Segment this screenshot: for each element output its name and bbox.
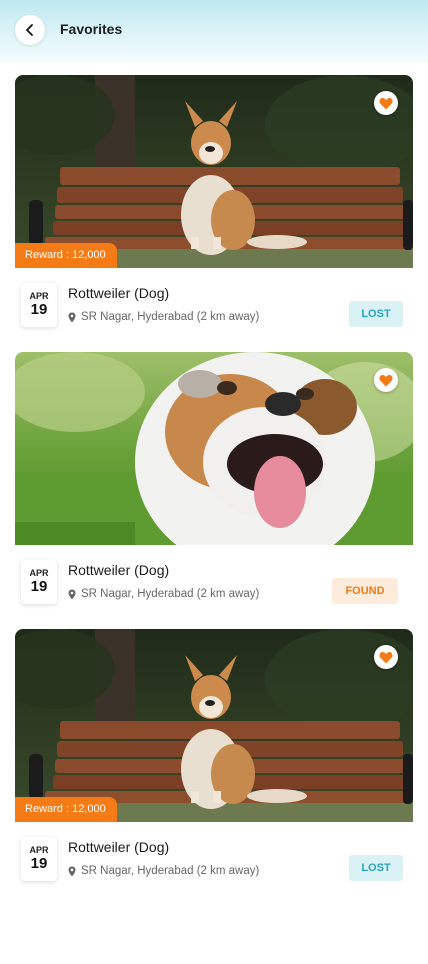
heart-icon (379, 651, 393, 663)
pet-location: SR Nagar, Hyderabad (2 km away) (68, 588, 259, 600)
date-badge: APR 19 (21, 560, 57, 604)
pet-name: Rottweiler (Dog) (68, 285, 170, 301)
pet-name: Rottweiler (Dog) (68, 839, 170, 855)
status-badge: LOST (349, 301, 403, 327)
date-badge: APR 19 (21, 837, 57, 881)
pet-location: SR Nagar, Hyderabad (2 km away) (68, 311, 259, 323)
favorite-button[interactable] (374, 368, 398, 392)
date-day: 19 (30, 578, 48, 595)
heart-icon (379, 97, 393, 109)
pet-photo: Reward : 12,000 (15, 629, 413, 822)
map-pin-icon (68, 866, 76, 876)
date-month: APR (29, 845, 49, 855)
pet-card[interactable]: APR 19 Rottweiler (Dog) SR Nagar, Hydera… (15, 352, 413, 612)
map-pin-icon (68, 589, 76, 599)
reward-badge: Reward : 12,000 (15, 797, 117, 822)
location-text: SR Nagar, Hyderabad (2 km away) (81, 311, 260, 323)
back-button[interactable] (15, 15, 45, 45)
reward-badge: Reward : 12,000 (15, 243, 117, 268)
pet-name: Rottweiler (Dog) (68, 562, 170, 578)
pet-photo: Reward : 12,000 (15, 75, 413, 268)
date-day: 19 (30, 855, 48, 872)
status-badge: FOUND (332, 578, 398, 604)
location-text: SR Nagar, Hyderabad (2 km away) (81, 865, 260, 877)
status-badge: LOST (349, 855, 403, 881)
heart-icon (379, 374, 393, 386)
location-text: SR Nagar, Hyderabad (2 km away) (81, 588, 260, 600)
date-month: APR (29, 568, 49, 578)
date-badge: APR 19 (21, 283, 57, 327)
pet-location: SR Nagar, Hyderabad (2 km away) (68, 865, 259, 877)
date-day: 19 (30, 301, 48, 318)
favorite-button[interactable] (374, 645, 398, 669)
date-month: APR (29, 291, 49, 301)
page-title: Favorites (60, 21, 123, 37)
favorite-button[interactable] (374, 91, 398, 115)
chevron-left-icon (26, 24, 33, 36)
map-pin-icon (68, 312, 76, 322)
pet-photo (15, 352, 413, 545)
app-header: Favorites (0, 0, 428, 62)
pet-card[interactable]: Reward : 12,000 APR 19 Rottweiler (Dog) … (15, 75, 413, 335)
pet-card[interactable]: Reward : 12,000 APR 19 Rottweiler (Dog) … (15, 629, 413, 889)
